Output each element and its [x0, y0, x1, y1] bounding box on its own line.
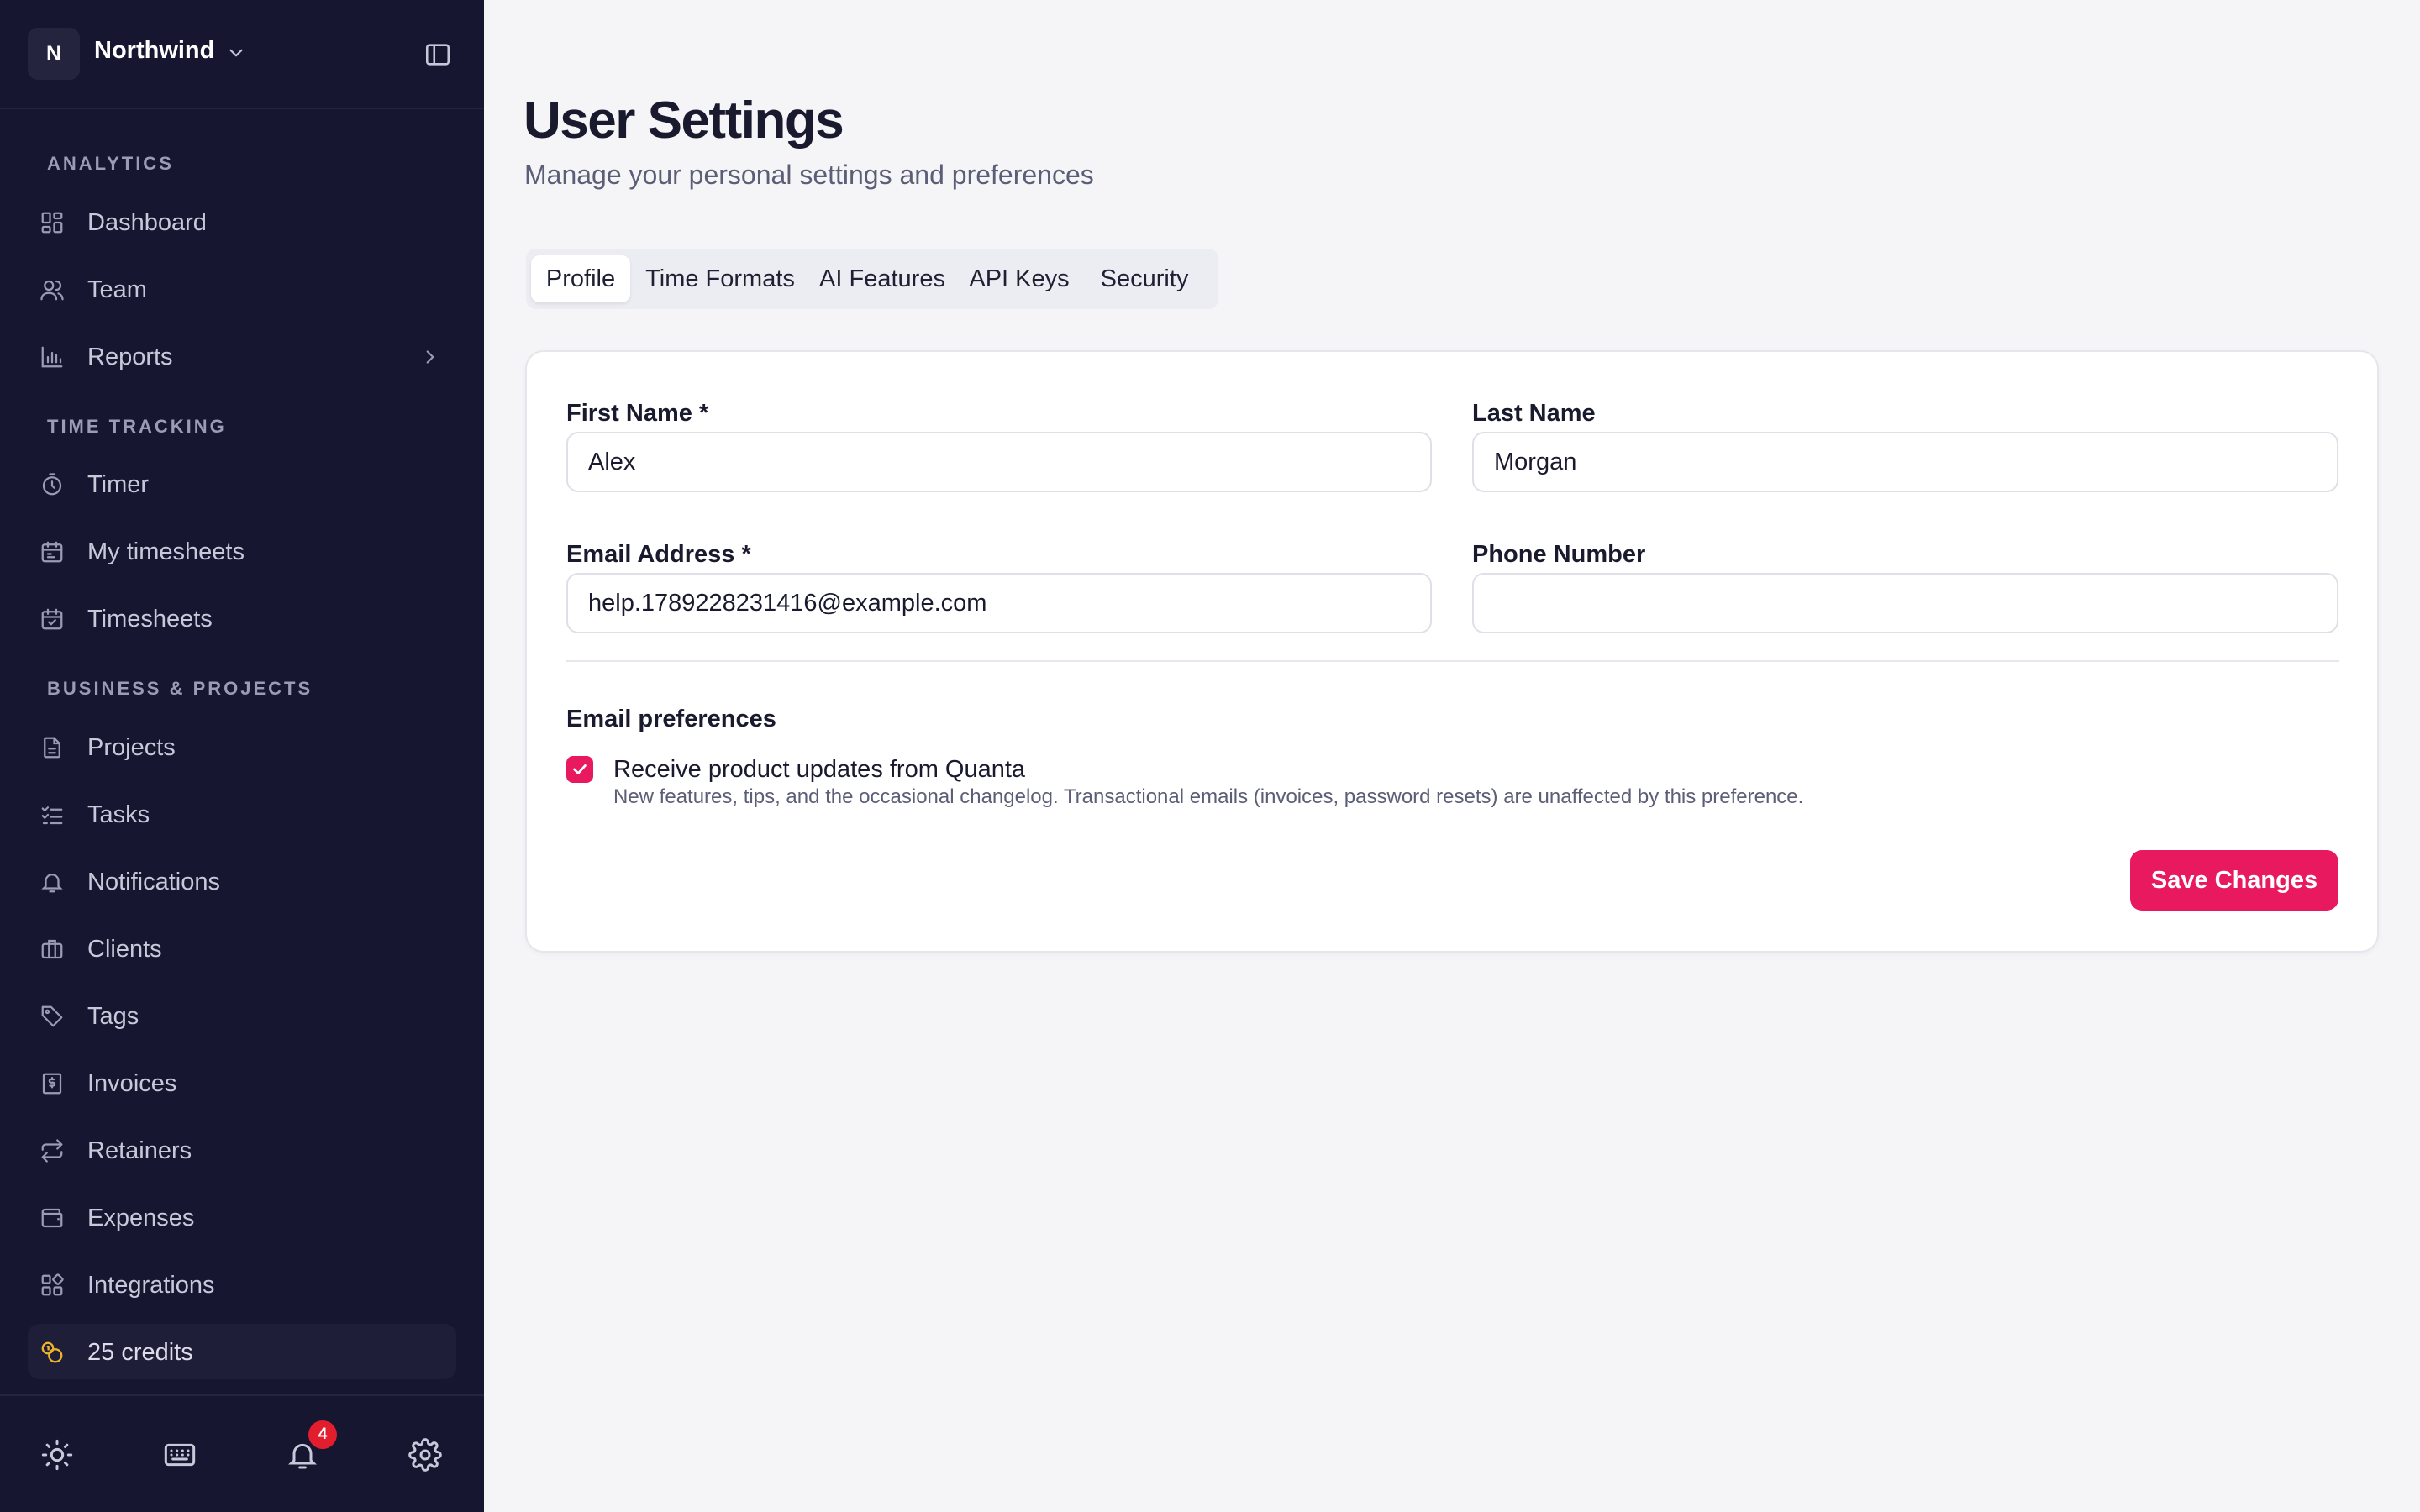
sidebar-item-label: Invoices — [87, 1070, 177, 1097]
checklist-icon — [41, 806, 63, 825]
dashboard-icon — [41, 212, 63, 234]
tab-ai-features[interactable]: AI Features — [810, 255, 955, 302]
phone-input[interactable] — [1472, 573, 2338, 633]
first-name-input[interactable]: Alex — [566, 432, 1432, 492]
bell-icon — [41, 874, 63, 893]
coins-icon — [41, 1341, 63, 1363]
sun-icon[interactable] — [40, 1438, 74, 1472]
check-icon — [573, 764, 587, 774]
email-input[interactable]: help.1789228231416@example.com — [566, 573, 1432, 633]
last-name-input[interactable]: Morgan — [1472, 432, 2338, 492]
workspace-avatar[interactable]: N — [28, 28, 80, 80]
sidebar-item-expenses[interactable]: Expenses — [28, 1189, 456, 1245]
sidebar-item-label: Timesheets — [87, 606, 213, 633]
sidebar-item-notifications[interactable]: Notifications — [28, 853, 456, 909]
settings-tabs: Profile Time Formats AI Features API Key… — [526, 249, 1218, 309]
email-preferences-title: Email preferences — [566, 706, 776, 732]
sidebar-item-label: Timer — [87, 471, 150, 498]
page-title: User Settings — [523, 92, 844, 150]
sidebar-item-invoices[interactable]: Invoices — [28, 1055, 456, 1110]
tab-api-keys[interactable]: API Keys — [961, 255, 1077, 302]
sidebar-item-reports[interactable]: Reports — [28, 328, 456, 384]
workspace-name[interactable]: Northwind — [94, 37, 214, 65]
team-icon — [40, 280, 64, 301]
sidebar-item-label: Retainers — [87, 1137, 192, 1164]
timer-icon — [42, 473, 62, 496]
integrations-icon — [41, 1273, 64, 1296]
sidebar-item-tasks[interactable]: Tasks — [28, 786, 456, 842]
workspace-header: N Northwind — [0, 0, 484, 109]
chevron-down-icon[interactable] — [225, 42, 247, 64]
sidebar-item-projects[interactable]: Projects — [28, 719, 456, 774]
sidebar-item-label: Integrations — [87, 1272, 215, 1299]
document-icon — [44, 737, 60, 759]
sidebar-item-label: Projects — [87, 734, 176, 761]
sidebar-item-label: Tasks — [87, 801, 150, 828]
sidebar-item-timer[interactable]: Timer — [28, 456, 456, 512]
sidebar: N Northwind ANALYTICS Dashboard Team Rep… — [0, 0, 484, 1512]
notification-badge: 4 — [308, 1420, 337, 1449]
first-name-label: First Name * — [566, 400, 709, 427]
email-label: Email Address * — [566, 541, 751, 568]
tag-icon — [41, 1005, 63, 1027]
sidebar-item-label: Tags — [87, 1003, 139, 1030]
tab-profile[interactable]: Profile — [531, 255, 630, 302]
keyboard-icon[interactable] — [163, 1438, 197, 1472]
sidebar-item-my-timesheets[interactable]: My timesheets — [28, 523, 456, 579]
last-name-label: Last Name — [1472, 400, 1596, 427]
credits-item[interactable]: 25 credits — [28, 1324, 456, 1379]
section-label-time-tracking: TIME TRACKING — [47, 416, 227, 437]
phone-label: Phone Number — [1472, 541, 1646, 568]
sidebar-item-dashboard[interactable]: Dashboard — [28, 194, 456, 249]
section-label-analytics: ANALYTICS — [47, 153, 174, 174]
tab-security[interactable]: Security — [1084, 255, 1205, 302]
sidebar-footer — [0, 1394, 484, 1512]
sidebar-toggle-icon[interactable] — [424, 40, 452, 69]
calendar-check-icon — [41, 608, 63, 630]
calendar-icon — [41, 541, 63, 563]
gear-icon[interactable] — [408, 1438, 442, 1472]
sidebar-item-retainers[interactable]: Retainers — [28, 1122, 456, 1178]
sidebar-item-label: Reports — [87, 344, 173, 370]
briefcase-icon — [41, 939, 63, 959]
sidebar-item-label: Notifications — [87, 869, 220, 895]
product-updates-description: New features, tips, and the occasional c… — [613, 785, 1804, 808]
save-changes-button[interactable]: Save Changes — [2130, 850, 2338, 911]
sidebar-item-timesheets[interactable]: Timesheets — [28, 591, 456, 646]
sidebar-item-label: My timesheets — [87, 538, 245, 565]
sidebar-item-label: Dashboard — [87, 209, 207, 236]
section-label-business-projects: BUSINESS & PROJECTS — [47, 678, 313, 699]
sidebar-item-clients[interactable]: Clients — [28, 921, 456, 976]
chevron-right-icon — [426, 350, 434, 364]
sidebar-item-label: Expenses — [87, 1205, 195, 1231]
credits-label: 25 credits — [87, 1339, 193, 1366]
product-updates-label[interactable]: Receive product updates from Quanta — [613, 756, 1025, 784]
sidebar-item-tags[interactable]: Tags — [28, 988, 456, 1043]
invoice-icon — [42, 1073, 62, 1095]
product-updates-checkbox[interactable] — [566, 756, 593, 783]
wallet-icon — [41, 1208, 63, 1228]
reports-icon — [41, 346, 63, 368]
tab-time-formats[interactable]: Time Formats — [637, 255, 803, 302]
sidebar-item-integrations[interactable]: Integrations — [28, 1257, 456, 1312]
section-divider — [566, 660, 2339, 662]
sidebar-item-label: Clients — [87, 936, 162, 963]
sidebar-item-label: Team — [87, 276, 147, 303]
sidebar-item-team[interactable]: Team — [28, 261, 456, 317]
page-subtitle: Manage your personal settings and prefer… — [524, 160, 1094, 190]
repeat-icon — [41, 1139, 63, 1163]
